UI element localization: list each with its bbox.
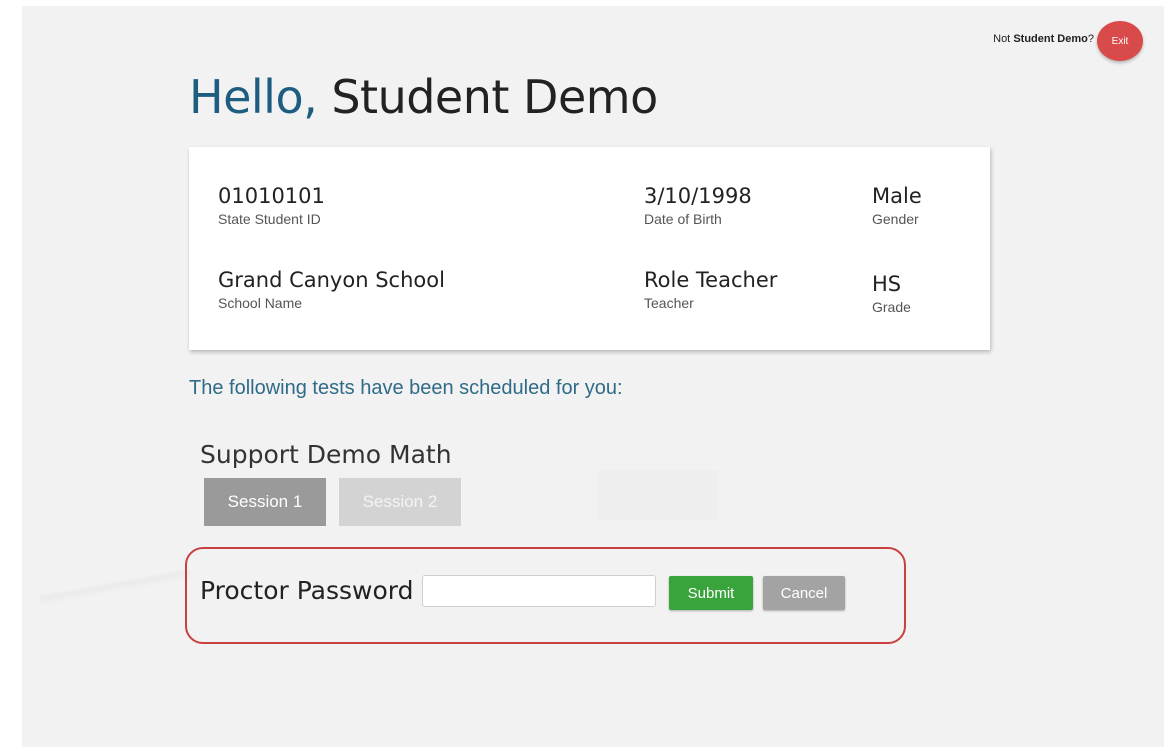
faint-shadow <box>40 555 190 615</box>
student-info-card: 01010101 State Student ID 3/10/1998 Date… <box>189 147 990 350</box>
date-of-birth-label: Date of Birth <box>644 211 722 227</box>
gender-field: Male Gender <box>872 183 922 227</box>
grade-value: HS <box>872 272 902 296</box>
school-name-label: School Name <box>218 295 303 311</box>
page-title: Hello, Student Demo <box>189 70 658 124</box>
faded-placeholder <box>598 470 718 520</box>
session-2-button[interactable]: Session 2 <box>339 478 461 526</box>
teacher-field: Role Teacher Teacher <box>644 267 777 311</box>
date-of-birth-value: 3/10/1998 <box>644 184 752 208</box>
not-prefix: Not <box>993 33 1011 45</box>
school-name-value: Grand Canyon School <box>218 268 445 292</box>
not-user-prompt: Not Student Demo? <box>993 33 1094 45</box>
state-student-id-value: 01010101 <box>218 184 325 208</box>
cancel-button[interactable]: Cancel <box>763 576 845 610</box>
test-name: Support Demo Math <box>200 440 452 469</box>
not-suffix: ? <box>1087 33 1094 45</box>
gender-label: Gender <box>872 211 919 227</box>
greeting-hello: Hello, <box>189 70 318 124</box>
exit-button[interactable]: Exit <box>1097 21 1143 61</box>
date-of-birth-field: 3/10/1998 Date of Birth <box>644 183 752 227</box>
teacher-label: Teacher <box>644 295 694 311</box>
session-1-button[interactable]: Session 1 <box>204 478 326 526</box>
gender-value: Male <box>872 184 922 208</box>
grade-field: HS Grade <box>872 271 911 315</box>
proctor-password-input[interactable] <box>422 575 656 607</box>
grade-label: Grade <box>872 299 911 315</box>
proctor-password-label: Proctor Password <box>200 576 414 605</box>
greeting-name: Student Demo <box>331 70 658 124</box>
teacher-value: Role Teacher <box>644 268 778 292</box>
user-name: Student Demo <box>1013 33 1088 45</box>
school-name-field: Grand Canyon School School Name <box>218 267 445 311</box>
state-student-id-field: 01010101 State Student ID <box>218 183 325 227</box>
submit-button[interactable]: Submit <box>669 576 753 610</box>
state-student-id-label: State Student ID <box>218 211 321 227</box>
scheduled-tests-heading: The following tests have been scheduled … <box>189 377 623 399</box>
